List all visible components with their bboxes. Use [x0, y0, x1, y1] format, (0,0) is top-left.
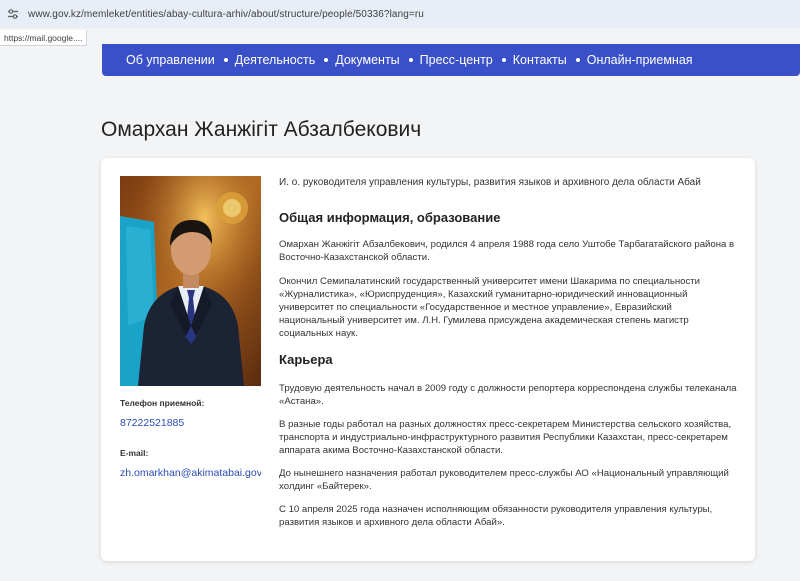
bullet-icon: [501, 58, 506, 62]
nav-item-label: Об управлении: [126, 53, 215, 67]
url-text[interactable]: www.gov.kz/memleket/entities/abay-cultur…: [28, 9, 424, 20]
site-settings-icon[interactable]: [6, 7, 20, 21]
nav-item-about[interactable]: Об управлении: [126, 53, 215, 67]
general-info-heading: Общая информация, образование: [279, 210, 501, 225]
phone-link[interactable]: 87222521885: [120, 417, 261, 429]
phone-label: Телефон приемной:: [120, 398, 205, 408]
nav-item-label: Онлайн-приемная: [586, 53, 693, 67]
nav-item-online-reception[interactable]: Онлайн-приемная: [567, 53, 693, 67]
page-title: Омархан Жанжігіт Абзалбекович: [101, 118, 422, 141]
link-status-tooltip: https://mail.google....: [0, 30, 88, 46]
career-paragraph: С 10 апреля 2025 года назначен исполняющ…: [279, 504, 713, 528]
nav-item-press-center[interactable]: Пресс-центр: [400, 53, 493, 67]
nav-item-documents[interactable]: Документы: [315, 53, 400, 67]
bullet-icon: [324, 58, 329, 62]
education-paragraph: Окончил Семипалатинский государственный …: [279, 276, 701, 339]
general-info-paragraph: Омархан Жанжігіт Абзалбекович, родился 4…: [279, 239, 735, 263]
career-heading: Карьера: [279, 352, 333, 367]
bullet-icon: [575, 58, 580, 62]
main-navigation: Об управлении Деятельность Документы Пре…: [102, 44, 800, 76]
nav-item-activity[interactable]: Деятельность: [215, 53, 315, 67]
profile-card: Телефон приемной: 87222521885 E-mail: zh…: [101, 158, 755, 561]
email-link[interactable]: zh.omarkhan@akimatabai.gov.kz: [120, 467, 261, 479]
nav-item-label: Деятельность: [234, 53, 316, 67]
career-paragraph: Трудовую деятельность начал в 2009 году …: [279, 383, 737, 407]
email-label: E-mail:: [120, 448, 149, 458]
nav-item-label: Контакты: [512, 53, 567, 67]
career-paragraph: До нынешнего назначения работал руководи…: [279, 468, 729, 492]
profile-photo: [120, 176, 261, 386]
profile-content: И. о. руководителя управления культуры, …: [279, 176, 739, 529]
address-bar[interactable]: www.gov.kz/memleket/entities/abay-cultur…: [0, 0, 800, 28]
bullet-icon: [223, 58, 228, 62]
position-title: И. о. руководителя управления культуры, …: [279, 177, 701, 188]
nav-item-label: Документы: [335, 53, 400, 67]
nav-item-label: Пресс-центр: [419, 53, 493, 67]
career-paragraph: В разные годы работал на разных должност…: [279, 419, 732, 456]
bullet-icon: [408, 58, 413, 62]
nav-item-contacts[interactable]: Контакты: [493, 53, 567, 67]
